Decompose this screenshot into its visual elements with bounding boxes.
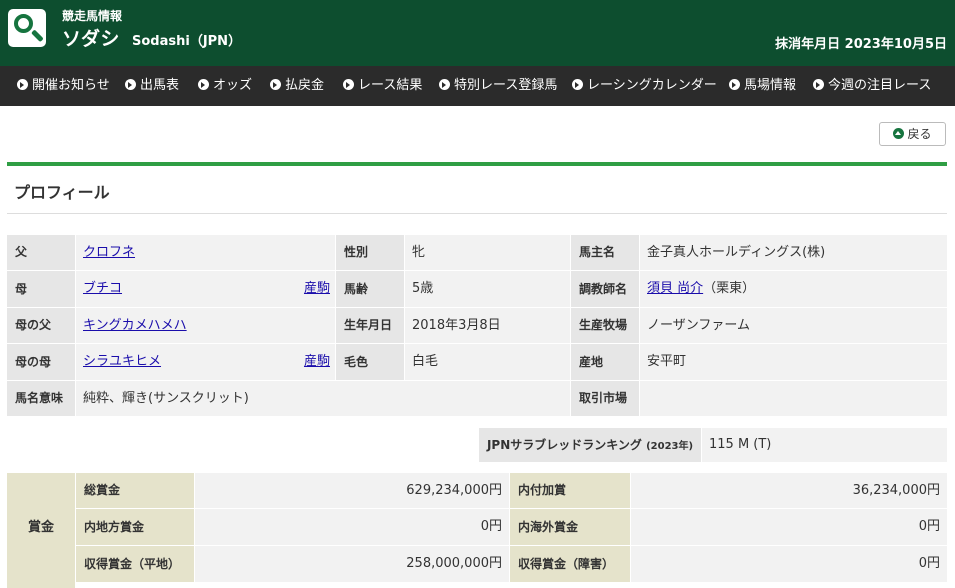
total-earnings-label: 総賞金 <box>76 473 194 508</box>
dam-value: ブチコ 産駒 <box>76 271 335 307</box>
meaning-value: 純粋、輝き(サンスクリット) <box>76 381 570 416</box>
nav-item-payouts[interactable]: 払戻金 <box>270 66 324 106</box>
sire-link[interactable]: クロフネ <box>83 245 135 260</box>
dam-label: 母 <box>7 271 75 307</box>
jump-earnings-value: 0円 <box>631 546 947 582</box>
flat-earnings-value: 258,000,000円 <box>195 546 509 582</box>
header-bar: 競走馬情報 ソダシ Sodashi（JPN） 抹消年月日 2023年10月5日 <box>0 0 955 66</box>
granddam-value: シラユキヒメ 産駒 <box>76 344 335 380</box>
horse-name-en: Sodashi（JPN） <box>132 34 242 49</box>
sire-label: 父 <box>7 235 75 270</box>
nav-item-racing-calendar[interactable]: レーシングカレンダー <box>572 66 717 106</box>
arrow-circle-icon <box>343 79 354 90</box>
flat-earnings-label: 収得賞金（平地） <box>76 546 194 582</box>
arrow-circle-icon <box>198 79 209 90</box>
section-title: プロフィール <box>14 183 110 202</box>
trainer-link[interactable]: 須貝 尚介 <box>647 281 703 296</box>
added-money-value: 36,234,000円 <box>631 473 947 508</box>
owner-label: 馬主名 <box>571 235 639 270</box>
age-value: 5歳 <box>405 271 570 307</box>
earnings-header: 賞金 <box>7 473 75 588</box>
nav-item-track-info[interactable]: 馬場情報 <box>729 66 796 106</box>
dam-offspring-link[interactable]: 産駒 <box>304 271 330 307</box>
nav-item-special-entries[interactable]: 特別レース登録馬 <box>439 66 557 106</box>
color-value: 白毛 <box>405 344 570 380</box>
arrow-circle-icon <box>729 79 740 90</box>
retired-date: 抹消年月日 2023年10月5日 <box>775 37 947 52</box>
damsire-label: 母の父 <box>7 308 75 343</box>
sex-value: 牝 <box>405 235 570 270</box>
birth-value: 2018年3月8日 <box>405 308 570 343</box>
arrow-circle-icon <box>439 79 450 90</box>
meaning-label: 馬名意味 <box>7 381 75 416</box>
trainer-stable: （栗東） <box>703 281 756 296</box>
nav-item-announcements[interactable]: 開催お知らせ <box>17 66 110 106</box>
damsire-link[interactable]: キングカメハメハ <box>83 318 187 333</box>
back-button[interactable]: 戻る <box>879 122 946 146</box>
ranking-year: (2023年) <box>646 441 694 452</box>
nav-item-results[interactable]: レース結果 <box>343 66 422 106</box>
horse-name-jp: ソダシ <box>62 28 120 50</box>
section-divider <box>7 162 947 166</box>
total-earnings-value: 629,234,000円 <box>195 473 509 508</box>
trainer-label: 調教師名 <box>571 271 639 307</box>
color-label: 毛色 <box>336 344 404 380</box>
ranking-label: JPNサラブレッドランキング (2023年) <box>479 428 701 462</box>
granddam-link[interactable]: シラユキヒメ <box>83 354 161 369</box>
jump-earnings-label: 収得賞金（障害） <box>510 546 630 582</box>
damsire-value: キングカメハメハ <box>76 308 335 343</box>
nav-item-featured-races[interactable]: 今週の注目レース <box>813 66 931 106</box>
trainer-value: 須貝 尚介（栗東） <box>640 271 947 307</box>
birth-label: 生年月日 <box>336 308 404 343</box>
breeder-value: ノーザンファーム <box>640 308 947 343</box>
main-nav: 開催お知らせ 出馬表 オッズ 払戻金 レース結果 特別レース登録馬 レーシングカ… <box>0 66 955 106</box>
granddam-offspring-link[interactable]: 産駒 <box>304 344 330 380</box>
sex-label: 性別 <box>336 235 404 270</box>
added-money-label: 内付加賞 <box>510 473 630 508</box>
local-earnings-label: 内地方賞金 <box>76 509 194 545</box>
up-circle-icon <box>893 128 905 139</box>
market-value <box>640 381 947 416</box>
overseas-earnings-label: 内海外賞金 <box>510 509 630 545</box>
arrow-circle-icon <box>813 79 824 90</box>
overseas-earnings-value: 0円 <box>631 509 947 545</box>
site-label: 競走馬情報 <box>62 9 123 23</box>
local-earnings-value: 0円 <box>195 509 509 545</box>
arrow-circle-icon <box>125 79 136 90</box>
nav-item-entries[interactable]: 出馬表 <box>125 66 179 106</box>
section-rule <box>7 213 947 214</box>
nav-item-odds[interactable]: オッズ <box>198 66 252 106</box>
origin-label: 産地 <box>571 344 639 380</box>
arrow-circle-icon <box>17 79 28 90</box>
search-horse-logo-icon <box>8 9 46 47</box>
arrow-circle-icon <box>270 79 281 90</box>
granddam-label: 母の母 <box>7 344 75 380</box>
breeder-label: 生産牧場 <box>571 308 639 343</box>
origin-value: 安平町 <box>640 344 947 380</box>
arrow-circle-icon <box>572 79 583 90</box>
dam-link[interactable]: ブチコ <box>83 281 122 296</box>
owner-value: 金子真人ホールディングス(株) <box>640 235 947 270</box>
ranking-value: 115 M (T) <box>702 428 947 462</box>
age-label: 馬齢 <box>336 271 404 307</box>
sire-value: クロフネ <box>76 235 335 270</box>
market-label: 取引市場 <box>571 381 639 416</box>
